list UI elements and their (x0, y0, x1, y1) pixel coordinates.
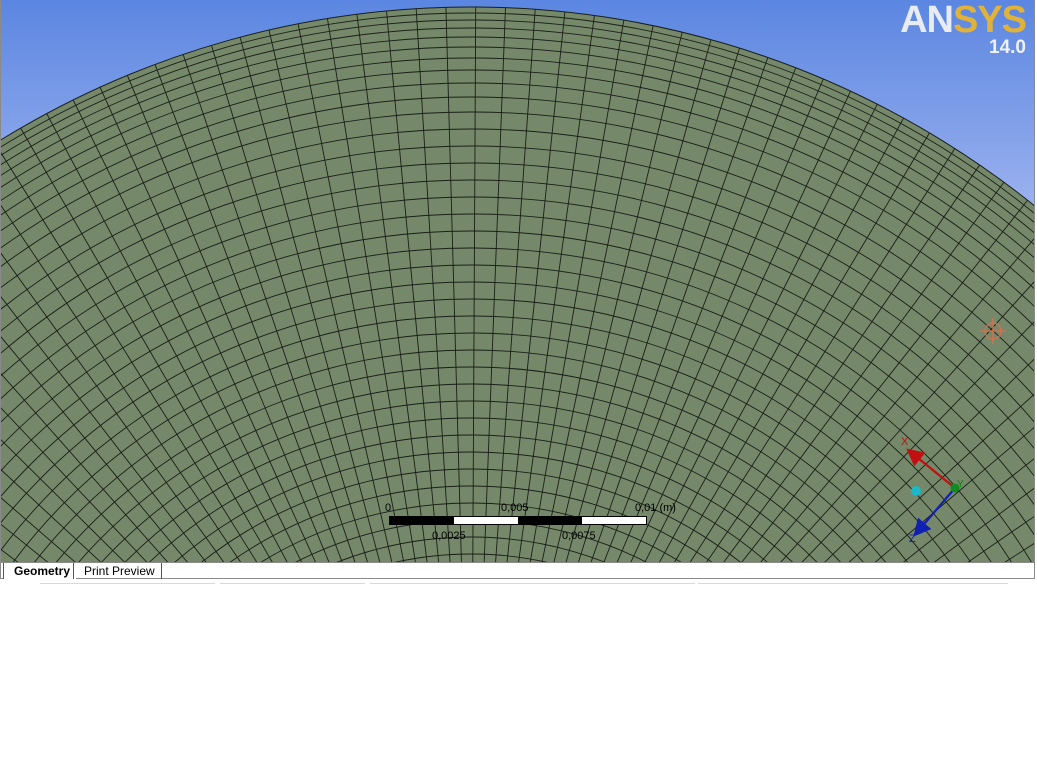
z-axis-label: Z (909, 533, 916, 545)
ansys-logo: ANSYS 14.0 (900, 0, 1027, 58)
y-axis-label: Y (957, 479, 964, 490)
crosshair-icon[interactable] (979, 317, 1007, 345)
scale-ruler: 0 0,005 0,01 (m) 0,0025 0,0075 (385, 500, 676, 546)
graphics-viewport[interactable]: ANSYS 14.0 0 0,005 0,01 (m) 0,0025 0,007… (0, 0, 1035, 562)
tab-print-preview[interactable]: Print Preview (73, 563, 162, 579)
status-pane-1 (40, 583, 215, 587)
status-pane-3 (370, 583, 695, 587)
x-axis-arrow (906, 448, 956, 489)
mesh-face (1, 6, 1034, 562)
mesh-sector[interactable] (1, 0, 1035, 562)
logo-brand-a: AN (900, 0, 954, 41)
scale-label-mid: 0,005 (501, 502, 529, 514)
iso-view-ball-icon (911, 486, 921, 496)
scale-label-0: 0 (385, 502, 392, 514)
scale-label-three-quarter: 0,0075 (562, 530, 596, 542)
status-pane-4 (698, 583, 1008, 587)
view-tab-bar: Geometry Print Preview (0, 562, 1035, 579)
axis-triad[interactable]: X Y Z (891, 430, 971, 550)
logo-brand-b: SYS (952, 0, 1027, 41)
version-label: 14.0 (989, 37, 1026, 58)
x-axis-label: X (901, 436, 909, 448)
scale-label-end: 0,01 (m) (635, 502, 676, 514)
scale-label-quarter: 0,0025 (432, 530, 466, 542)
scale-bar (389, 516, 647, 525)
z-axis-arrow (913, 487, 956, 537)
status-pane-2 (220, 583, 365, 587)
tab-geometry[interactable]: Geometry (3, 563, 77, 579)
